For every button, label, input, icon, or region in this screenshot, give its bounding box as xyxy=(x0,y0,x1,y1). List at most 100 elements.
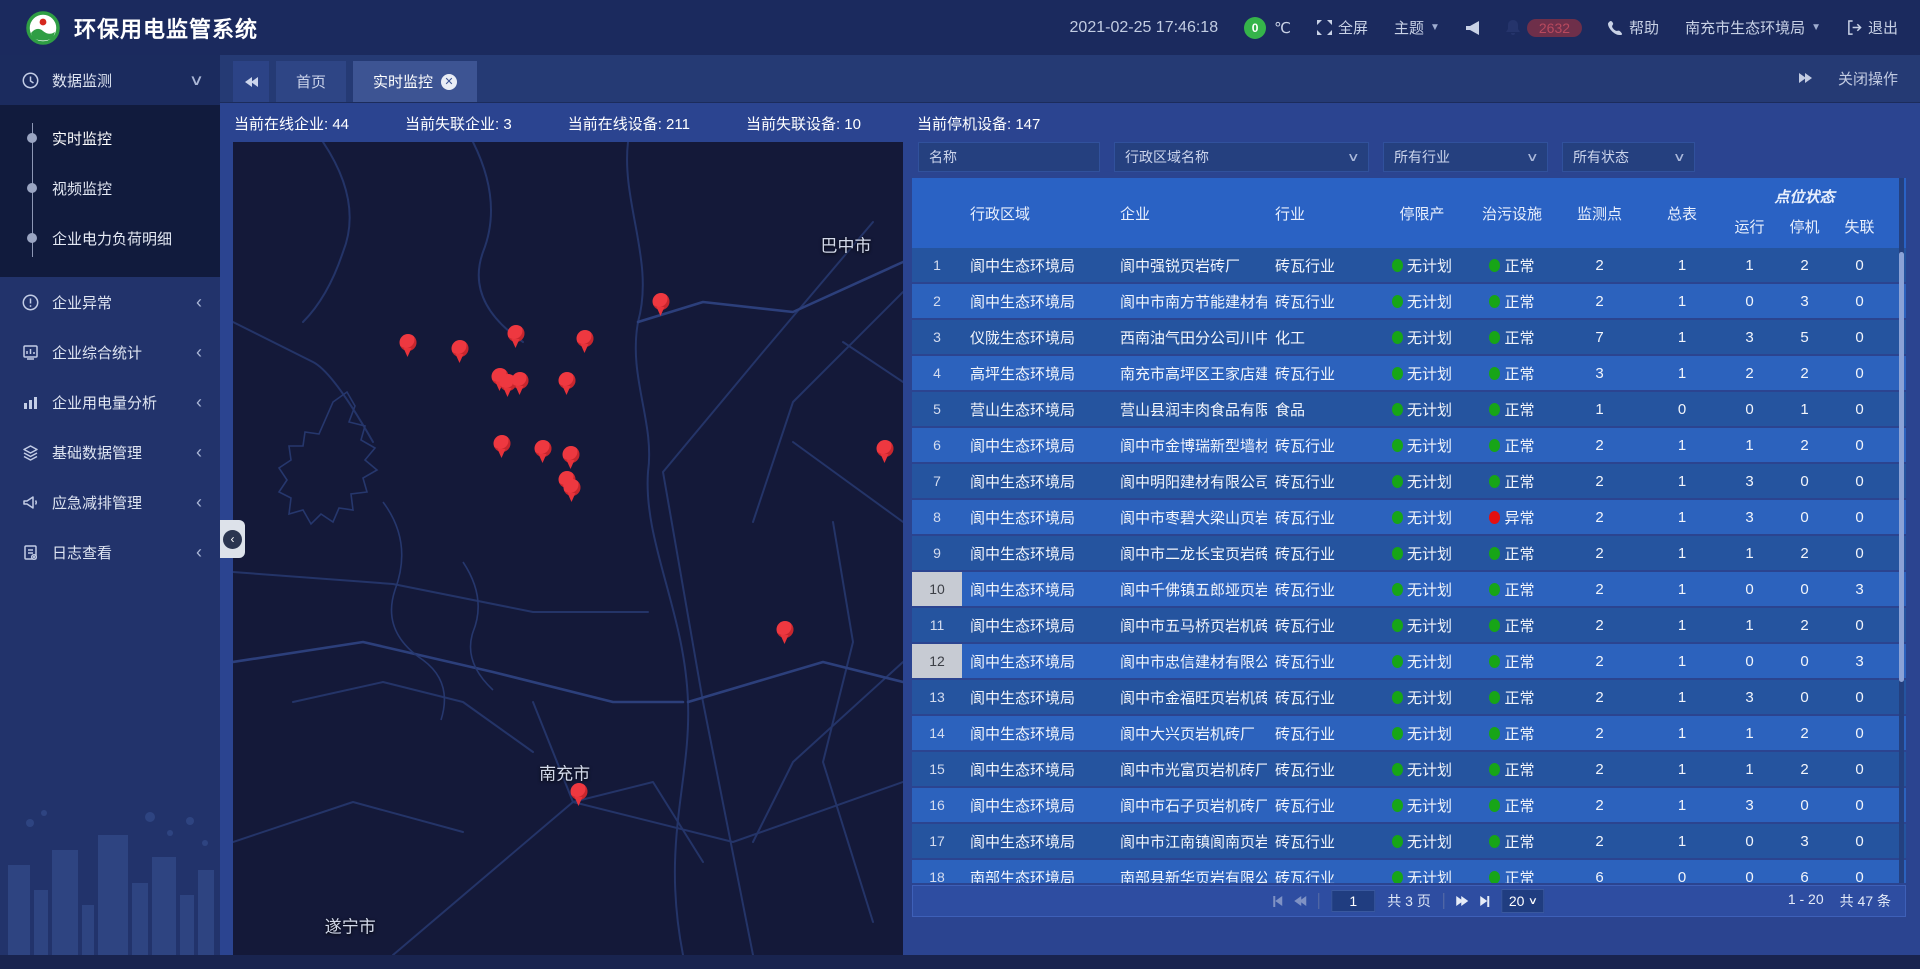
name-filter-input[interactable] xyxy=(918,142,1100,172)
col-lost: 失联 xyxy=(1832,214,1887,248)
sidebar-item-企业电力负荷明细[interactable]: 企业电力负荷明细 xyxy=(0,213,220,263)
region-filter-select[interactable]: 行政区域名称 ∨ xyxy=(1114,142,1369,172)
map-panel[interactable]: 巴中市南充市遂宁市 xyxy=(233,142,903,955)
cell-monitor: 2 xyxy=(1557,608,1642,642)
cell-meter: 1 xyxy=(1642,788,1722,822)
table-row-11[interactable]: 11阆中生态环境局阆中市五马桥页岩机砖砖瓦行业无计划正常21120 xyxy=(912,608,1906,642)
map-pin-4[interactable] xyxy=(653,293,670,317)
map-pin-3[interactable] xyxy=(576,330,593,354)
sidebar-group-5[interactable]: 应急减排管理‹ xyxy=(0,477,220,527)
org-dropdown[interactable]: 南充市生态环境局 ▼ xyxy=(1685,17,1821,38)
table-row-4[interactable]: 4高坪生态环境局南充市高坪区王家店建砖瓦行业无计划正常31220 xyxy=(912,356,1906,390)
tabs-scroll-left-button[interactable] xyxy=(233,61,269,102)
cell-lost-text: 0 xyxy=(1855,833,1863,850)
tabs-scroll-right-button[interactable] xyxy=(1799,73,1812,83)
map-pin-0[interactable] xyxy=(399,334,416,358)
map-pin-16[interactable] xyxy=(570,783,587,807)
table-row-3[interactable]: 3仪陇生态环境局西南油气田分公司川中化工无计划正常71350 xyxy=(912,320,1906,354)
sidebar-group-2[interactable]: 企业综合统计‹ xyxy=(0,327,220,377)
theme-dropdown[interactable]: 主题 ▼ xyxy=(1394,17,1440,38)
table-scrollbar[interactable] xyxy=(1899,178,1904,883)
cell-stop-text: 5 xyxy=(1800,329,1808,346)
fullscreen-button[interactable]: 全屏 xyxy=(1317,17,1368,38)
cell-company-text: 阆中千佛镇五郎垭页岩 xyxy=(1120,579,1267,600)
close-operations-button[interactable]: 关闭操作 xyxy=(1838,68,1898,89)
sidebar-collapse-handle[interactable]: ‹ xyxy=(220,520,245,558)
map-pin-2[interactable] xyxy=(507,325,524,349)
table-row-13[interactable]: 13阆中生态环境局阆中市金福旺页岩机砖砖瓦行业无计划正常21300 xyxy=(912,680,1906,714)
table-row-12[interactable]: 12阆中生态环境局阆中市忠信建材有限公砖瓦行业无计划正常21003 xyxy=(912,644,1906,678)
table-row-18[interactable]: 18南部生态环境局南部县新华页岩有限公砖瓦行业无计划正常60060 xyxy=(912,860,1906,883)
page-size-select[interactable]: 20 ∨ xyxy=(1501,889,1545,913)
log-icon xyxy=(22,544,40,561)
table-row-5[interactable]: 5营山生态环境局营山县润丰肉食品有限食品无计划正常10010 xyxy=(912,392,1906,426)
map-pin-8[interactable] xyxy=(559,372,576,396)
cell-company-text: 阆中市江南镇阆南页岩 xyxy=(1120,831,1267,852)
announcement-toggle-button[interactable] xyxy=(1466,21,1479,35)
help-button[interactable]: 帮助 xyxy=(1608,17,1659,38)
cell-lost: 0 xyxy=(1832,464,1887,498)
cell-company-text: 阆中市金福旺页岩机砖 xyxy=(1120,687,1267,708)
map-pin-1[interactable] xyxy=(452,340,469,364)
table-row-6[interactable]: 6阆中生态环境局阆中市金博瑞新型墙材砖瓦行业无计划正常21120 xyxy=(912,428,1906,462)
table-row-10[interactable]: 10阆中生态环境局阆中千佛镇五郎垭页岩砖瓦行业无计划正常21003 xyxy=(912,572,1906,606)
cell-region: 阆中生态环境局 xyxy=(962,284,1112,318)
table-row-7[interactable]: 7阆中生态环境局阆中明阳建材有限公司砖瓦行业无计划正常21300 xyxy=(912,464,1906,498)
map-pin-9[interactable] xyxy=(493,435,510,459)
cell-run-text: 0 xyxy=(1745,869,1753,884)
cell-stop-text: 3 xyxy=(1800,833,1808,850)
close-icon[interactable]: ✕ xyxy=(441,74,457,90)
name-input[interactable] xyxy=(929,149,1089,165)
table-row-16[interactable]: 16阆中生态环境局阆中市石子页岩机砖厂砖瓦行业无计划正常21300 xyxy=(912,788,1906,822)
map-pin-10[interactable] xyxy=(535,440,552,464)
col-company: 企业 xyxy=(1112,178,1267,248)
cell-company: 阆中市忠信建材有限公 xyxy=(1112,644,1267,678)
stats-icon xyxy=(22,344,40,361)
col-facility: 治污设施 xyxy=(1467,178,1557,248)
map-pin-11[interactable] xyxy=(562,446,579,470)
cell-region-text: 阆中生态环境局 xyxy=(970,687,1075,708)
cell-facility-text: 正常 xyxy=(1504,291,1534,312)
first-page-button[interactable] xyxy=(1273,896,1282,907)
sidebar-item-视频监控[interactable]: 视频监控 xyxy=(0,163,220,213)
cell-facility: 正常 xyxy=(1467,248,1557,282)
cell-region: 阆中生态环境局 xyxy=(962,248,1112,282)
page-number-input[interactable]: 1 xyxy=(1331,890,1375,912)
status-filter-select[interactable]: 所有状态 ∨ xyxy=(1562,142,1695,172)
cell-stop: 3 xyxy=(1777,284,1832,318)
sidebar-item-实时监控[interactable]: 实时监控 xyxy=(0,113,220,163)
cell-region: 阆中生态环境局 xyxy=(962,680,1112,714)
logout-button[interactable]: 退出 xyxy=(1847,17,1898,38)
map-pin-15[interactable] xyxy=(777,621,794,645)
table-row-1[interactable]: 1阆中生态环境局阆中强锐页岩砖厂砖瓦行业无计划正常21120 xyxy=(912,248,1906,282)
sidebar-group-1[interactable]: 企业异常‹ xyxy=(0,277,220,327)
scrollbar-thumb[interactable] xyxy=(1899,252,1904,682)
map-pin-14[interactable] xyxy=(876,440,893,464)
last-page-button[interactable] xyxy=(1480,896,1489,907)
cell-meter-text: 1 xyxy=(1678,653,1686,670)
prev-page-button[interactable] xyxy=(1294,896,1306,906)
notifications-button[interactable]: 2632 xyxy=(1505,19,1582,37)
cell-index: 18 xyxy=(912,860,962,883)
table-row-9[interactable]: 9阆中生态环境局阆中市二龙长宝页岩砖砖瓦行业无计划正常21120 xyxy=(912,536,1906,570)
tab-home[interactable]: 首页 xyxy=(276,61,346,102)
cell-facility: 正常 xyxy=(1467,752,1557,786)
table-row-15[interactable]: 15阆中生态环境局阆中市光富页岩机砖厂砖瓦行业无计划正常21120 xyxy=(912,752,1906,786)
next-page-button[interactable] xyxy=(1456,896,1468,906)
tab-home-label: 首页 xyxy=(296,71,326,92)
table-row-14[interactable]: 14阆中生态环境局阆中大兴页岩机砖厂砖瓦行业无计划正常21120 xyxy=(912,716,1906,750)
cell-facility-text: 正常 xyxy=(1504,255,1534,276)
cell-monitor: 2 xyxy=(1557,752,1642,786)
cell-lost: 0 xyxy=(1832,320,1887,354)
tab-realtime-monitor[interactable]: 实时监控 ✕ xyxy=(353,61,477,102)
table-row-8[interactable]: 8阆中生态环境局阆中市枣碧大梁山页岩砖瓦行业无计划异常21300 xyxy=(912,500,1906,534)
sidebar-group-3[interactable]: 企业用电量分析‹ xyxy=(0,377,220,427)
sidebar-group-0[interactable]: 数据监测∨ xyxy=(0,55,220,105)
industry-filter-select[interactable]: 所有行业 ∨ xyxy=(1383,142,1548,172)
table-row-2[interactable]: 2阆中生态环境局阆中市南方节能建材有砖瓦行业无计划正常21030 xyxy=(912,284,1906,318)
map-pin-7[interactable] xyxy=(511,372,528,396)
sidebar-group-4[interactable]: 基础数据管理‹ xyxy=(0,427,220,477)
sidebar-group-6[interactable]: 日志查看‹ xyxy=(0,527,220,577)
table-row-17[interactable]: 17阆中生态环境局阆中市江南镇阆南页岩砖瓦行业无计划正常21030 xyxy=(912,824,1906,858)
map-pin-13[interactable] xyxy=(564,479,581,503)
